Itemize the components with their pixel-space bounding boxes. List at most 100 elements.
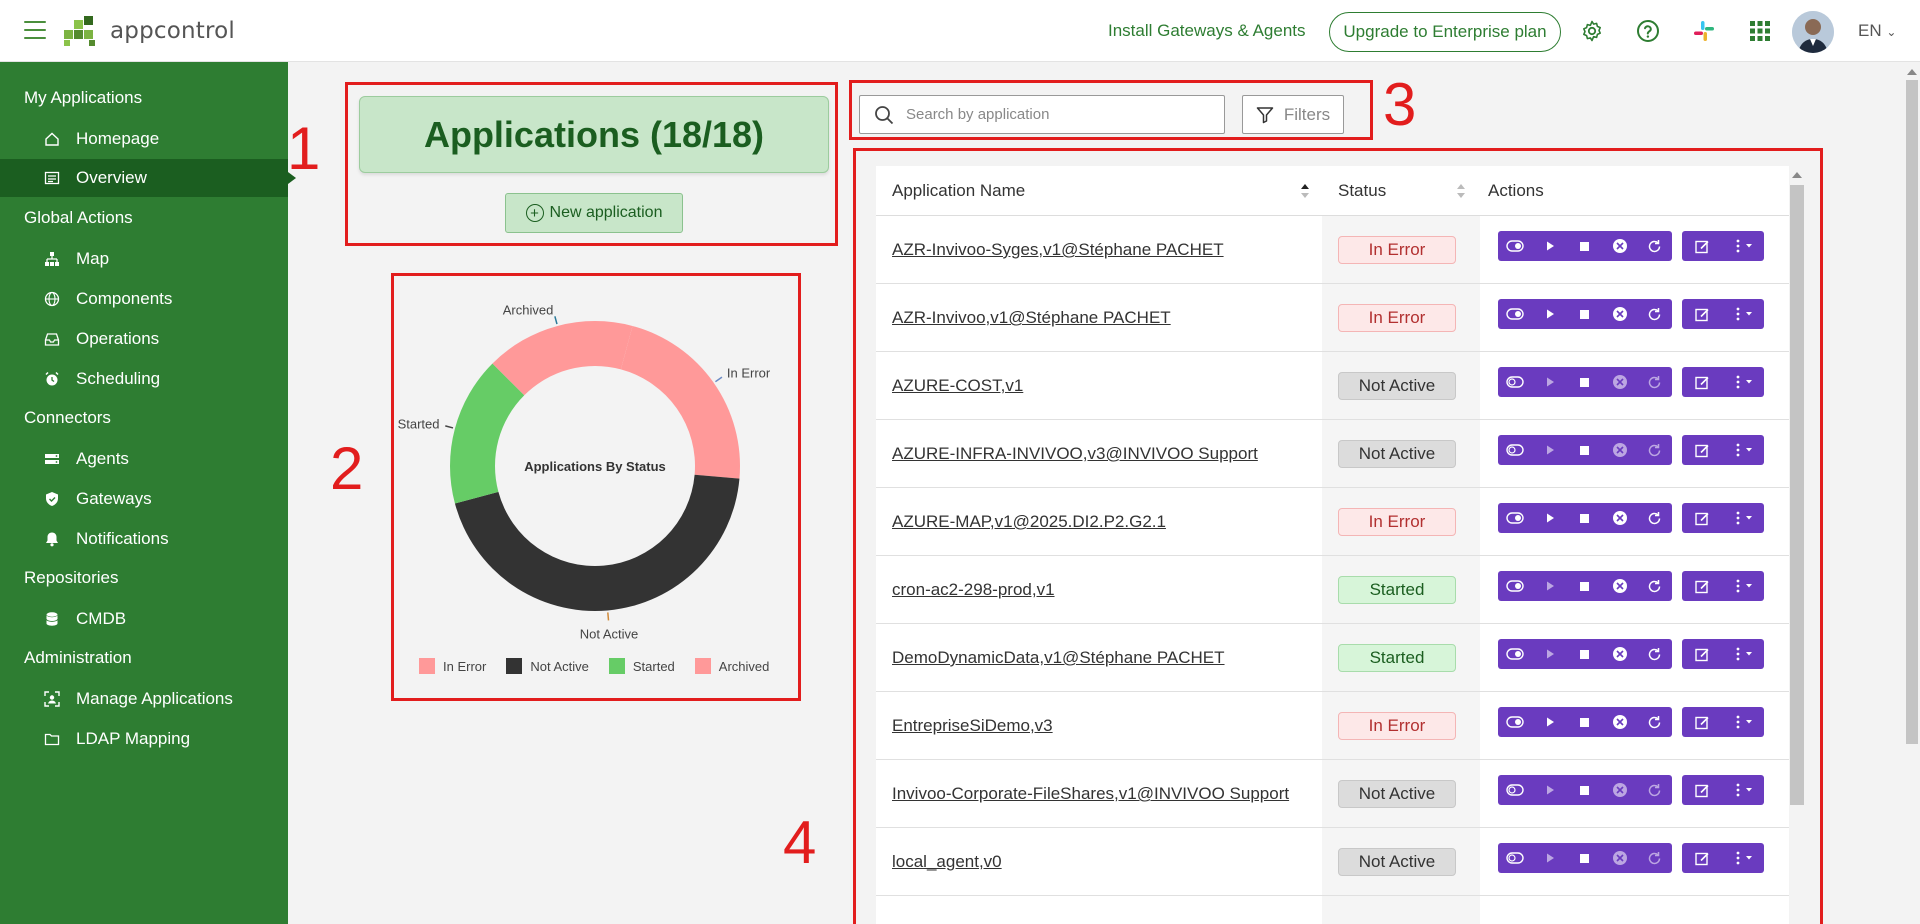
sidebar-item-components[interactable]: Components [0, 280, 288, 318]
play-icon[interactable] [1533, 843, 1568, 873]
cancel-icon[interactable] [1602, 775, 1637, 805]
toggle-icon[interactable] [1498, 571, 1533, 601]
page-scroll-up-icon[interactable] [1907, 69, 1917, 75]
settings-icon[interactable] [1580, 19, 1604, 43]
play-icon[interactable] [1533, 707, 1568, 737]
restart-icon[interactable] [1637, 707, 1672, 737]
edit-icon[interactable] [1682, 639, 1723, 669]
application-name-link[interactable]: Invivoo-Corporate-FileShares,v1@INVIVOO … [892, 784, 1289, 804]
toggle-icon[interactable] [1498, 367, 1533, 397]
language-selector[interactable]: EN ⌄ [1858, 21, 1896, 41]
sidebar-item-homepage[interactable]: Homepage [0, 120, 288, 158]
column-header-name[interactable]: Application Name [892, 181, 1025, 201]
donut-slice-in-error[interactable] [620, 325, 740, 479]
more-options-icon[interactable] [1723, 503, 1764, 533]
play-icon[interactable] [1533, 775, 1568, 805]
toggle-icon[interactable] [1498, 843, 1533, 873]
more-options-icon[interactable] [1723, 571, 1764, 601]
more-options-icon[interactable] [1723, 231, 1764, 261]
play-icon[interactable] [1533, 299, 1568, 329]
cancel-icon[interactable] [1602, 299, 1637, 329]
restart-icon[interactable] [1637, 435, 1672, 465]
stop-icon[interactable] [1568, 775, 1603, 805]
search-input[interactable] [906, 106, 1206, 123]
legend-item[interactable]: Archived [694, 658, 769, 674]
toggle-icon[interactable] [1498, 231, 1533, 261]
sidebar-item-cmdb[interactable]: CMDB [0, 600, 288, 638]
edit-icon[interactable] [1682, 775, 1723, 805]
menu-icon[interactable] [24, 21, 46, 39]
apps-grid-icon[interactable] [1748, 19, 1772, 43]
edit-icon[interactable] [1682, 707, 1723, 737]
sort-asc-icon[interactable] [1300, 182, 1310, 200]
sidebar-item-notifications[interactable]: Notifications [0, 520, 288, 558]
app-logo[interactable]: appcontrol [64, 16, 235, 46]
edit-icon[interactable] [1682, 843, 1723, 873]
edit-icon[interactable] [1682, 231, 1723, 261]
sidebar-item-overview[interactable]: Overview [0, 159, 296, 197]
edit-icon[interactable] [1682, 503, 1723, 533]
help-icon[interactable] [1636, 19, 1660, 43]
edit-icon[interactable] [1682, 435, 1723, 465]
application-name-link[interactable]: AZURE-MAP,v1@2025.DI2.P2.G2.1 [892, 512, 1166, 532]
application-name-link[interactable]: AZURE-COST,v1 [892, 376, 1023, 396]
stop-icon[interactable] [1568, 843, 1603, 873]
sidebar-item-agents[interactable]: Agents [0, 440, 288, 478]
restart-icon[interactable] [1637, 299, 1672, 329]
edit-icon[interactable] [1682, 299, 1723, 329]
sidebar-item-scheduling[interactable]: Scheduling [0, 360, 288, 398]
application-name-link[interactable]: AZR-Invivoo-Syges,v1@Stéphane PACHET [892, 240, 1224, 260]
more-options-icon[interactable] [1723, 707, 1764, 737]
filters-button[interactable]: Filters [1242, 95, 1344, 134]
cancel-icon[interactable] [1602, 367, 1637, 397]
cancel-icon[interactable] [1602, 571, 1637, 601]
table-scrollbar[interactable] [1790, 185, 1804, 805]
sort-icon[interactable] [1456, 182, 1466, 200]
application-name-link[interactable]: DemoDynamicData,v1@Stéphane PACHET [892, 648, 1225, 668]
application-name-link[interactable]: cron-ac2-298-prod,v1 [892, 580, 1055, 600]
donut-slice-archived[interactable] [492, 321, 633, 396]
restart-icon[interactable] [1637, 639, 1672, 669]
cancel-icon[interactable] [1602, 707, 1637, 737]
toggle-icon[interactable] [1498, 435, 1533, 465]
play-icon[interactable] [1533, 231, 1568, 261]
play-icon[interactable] [1533, 435, 1568, 465]
application-name-link[interactable]: local_agent,v0 [892, 852, 1002, 872]
stop-icon[interactable] [1568, 707, 1603, 737]
stop-icon[interactable] [1568, 639, 1603, 669]
more-options-icon[interactable] [1723, 435, 1764, 465]
sidebar-item-gateways[interactable]: Gateways [0, 480, 288, 518]
slack-icon[interactable] [1692, 19, 1716, 43]
legend-item[interactable]: Not Active [506, 658, 589, 674]
edit-icon[interactable] [1682, 571, 1723, 601]
sidebar-item-operations[interactable]: Operations [0, 320, 288, 358]
stop-icon[interactable] [1568, 571, 1603, 601]
legend-item[interactable]: Started [608, 658, 675, 674]
stop-icon[interactable] [1568, 367, 1603, 397]
toggle-icon[interactable] [1498, 775, 1533, 805]
more-options-icon[interactable] [1723, 367, 1764, 397]
play-icon[interactable] [1533, 571, 1568, 601]
more-options-icon[interactable] [1723, 775, 1764, 805]
sidebar-item-map[interactable]: Map [0, 240, 288, 278]
application-name-link[interactable]: EntrepriseSiDemo,v3 [892, 716, 1053, 736]
edit-icon[interactable] [1682, 367, 1723, 397]
restart-icon[interactable] [1637, 775, 1672, 805]
donut-slice-not-active[interactable] [454, 474, 740, 612]
upgrade-button[interactable]: Upgrade to Enterprise plan [1329, 12, 1561, 52]
cancel-icon[interactable] [1602, 435, 1637, 465]
install-gateways-link[interactable]: Install Gateways & Agents [1108, 21, 1306, 41]
sidebar-item-ldap-mapping[interactable]: LDAP Mapping [0, 720, 288, 758]
play-icon[interactable] [1533, 367, 1568, 397]
cancel-icon[interactable] [1602, 639, 1637, 669]
donut-slice-started[interactable] [450, 363, 525, 504]
toggle-icon[interactable] [1498, 503, 1533, 533]
more-options-icon[interactable] [1723, 843, 1764, 873]
sidebar-item-manage-applications[interactable]: Manage Applications [0, 680, 288, 718]
toggle-icon[interactable] [1498, 299, 1533, 329]
stop-icon[interactable] [1568, 231, 1603, 261]
table-scroll-up-icon[interactable] [1792, 172, 1802, 178]
restart-icon[interactable] [1637, 367, 1672, 397]
toggle-icon[interactable] [1498, 639, 1533, 669]
more-options-icon[interactable] [1723, 639, 1764, 669]
